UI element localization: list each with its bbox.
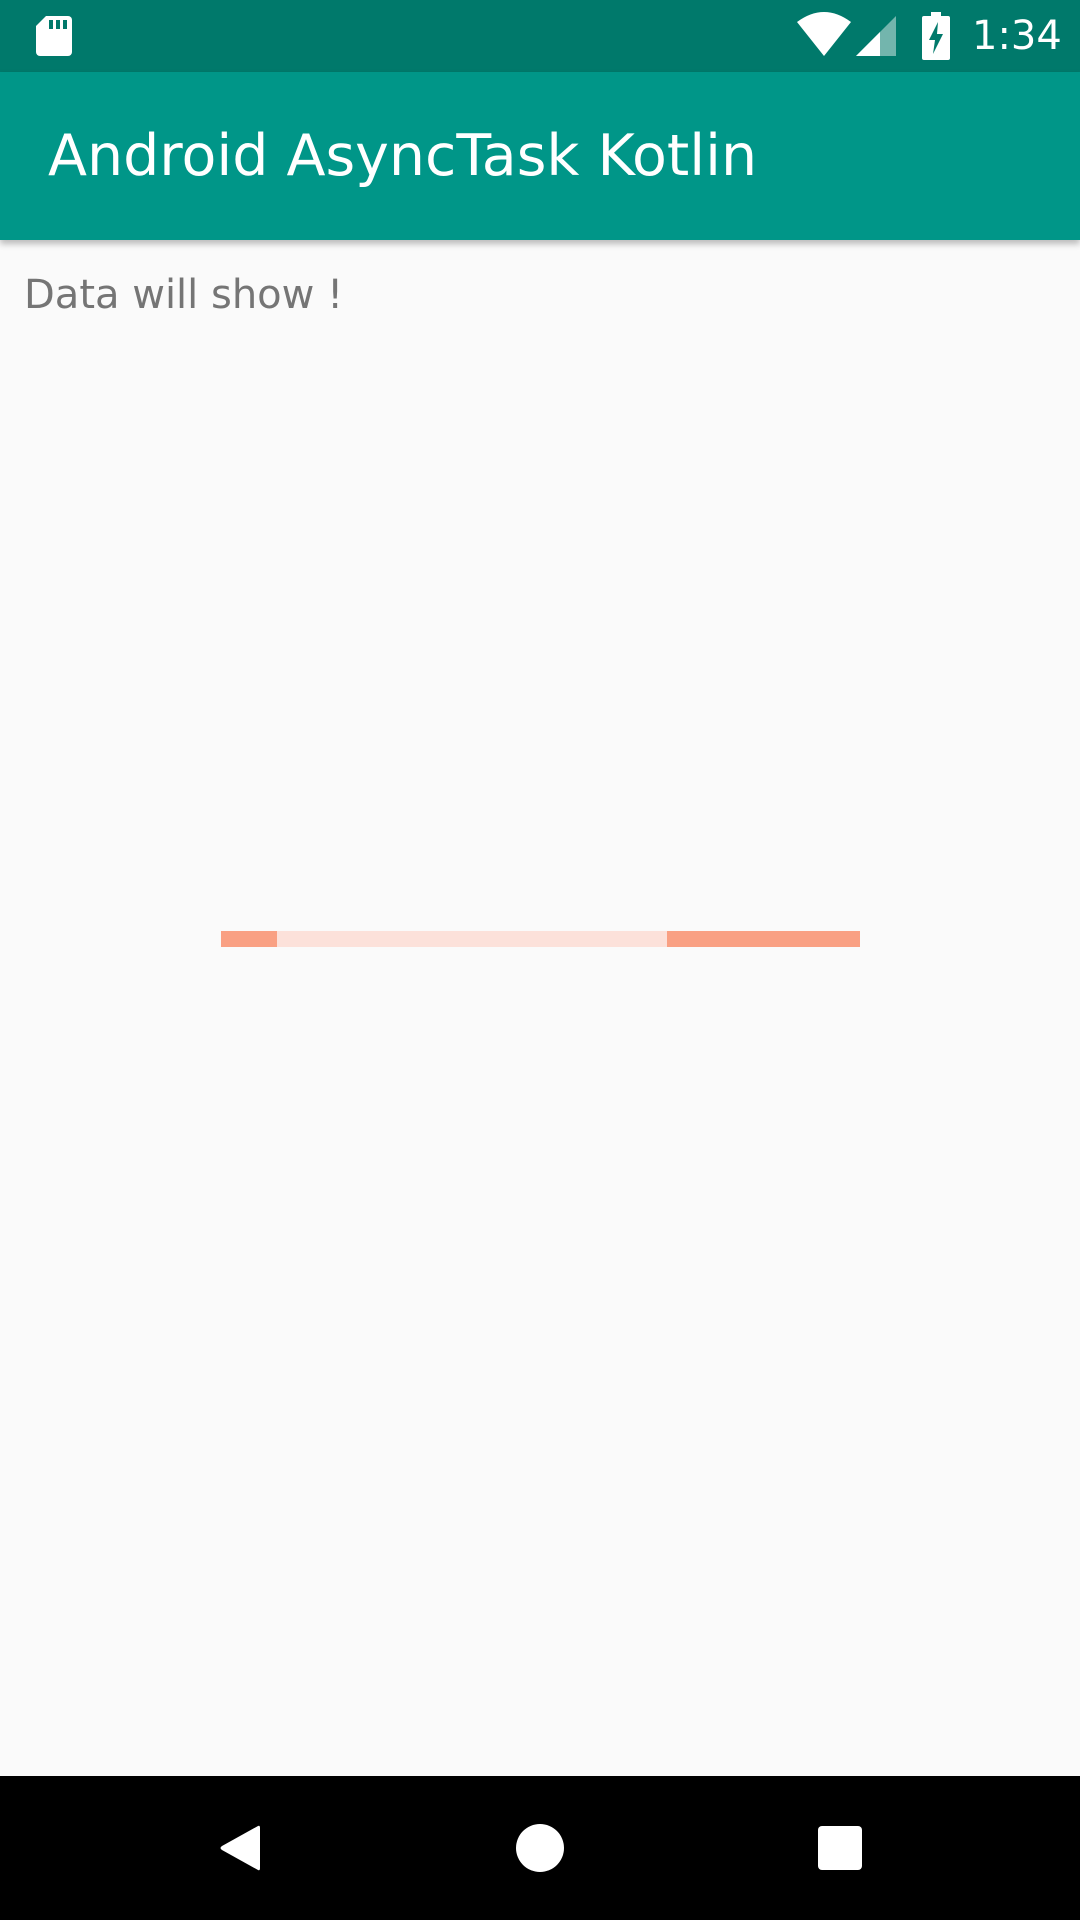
progress-indicator-segment [221, 931, 277, 947]
app-title: Android AsyncTask Kotlin [48, 123, 758, 189]
back-button[interactable] [204, 1812, 276, 1884]
status-bar: 1:34 [0, 0, 1080, 72]
progress-bar [221, 931, 860, 947]
status-clock: 1:34 [972, 13, 1062, 59]
home-icon [516, 1824, 564, 1872]
battery-charging-icon [922, 12, 950, 60]
wifi-icon [797, 12, 851, 56]
screen: 1:34 Android AsyncTask Kotlin Data will … [0, 0, 1080, 1920]
home-button[interactable] [504, 1812, 576, 1884]
back-icon [220, 1825, 260, 1871]
recents-icon [818, 1826, 862, 1870]
main-content: Data will show ! [0, 240, 1080, 1776]
app-bar: Android AsyncTask Kotlin [0, 72, 1080, 240]
recents-button[interactable] [804, 1812, 876, 1884]
navigation-bar [0, 1776, 1080, 1920]
sd-card-icon [36, 16, 72, 56]
progress-indicator-segment [667, 931, 860, 947]
data-text: Data will show ! [24, 272, 344, 318]
cell-signal-icon [856, 16, 896, 56]
